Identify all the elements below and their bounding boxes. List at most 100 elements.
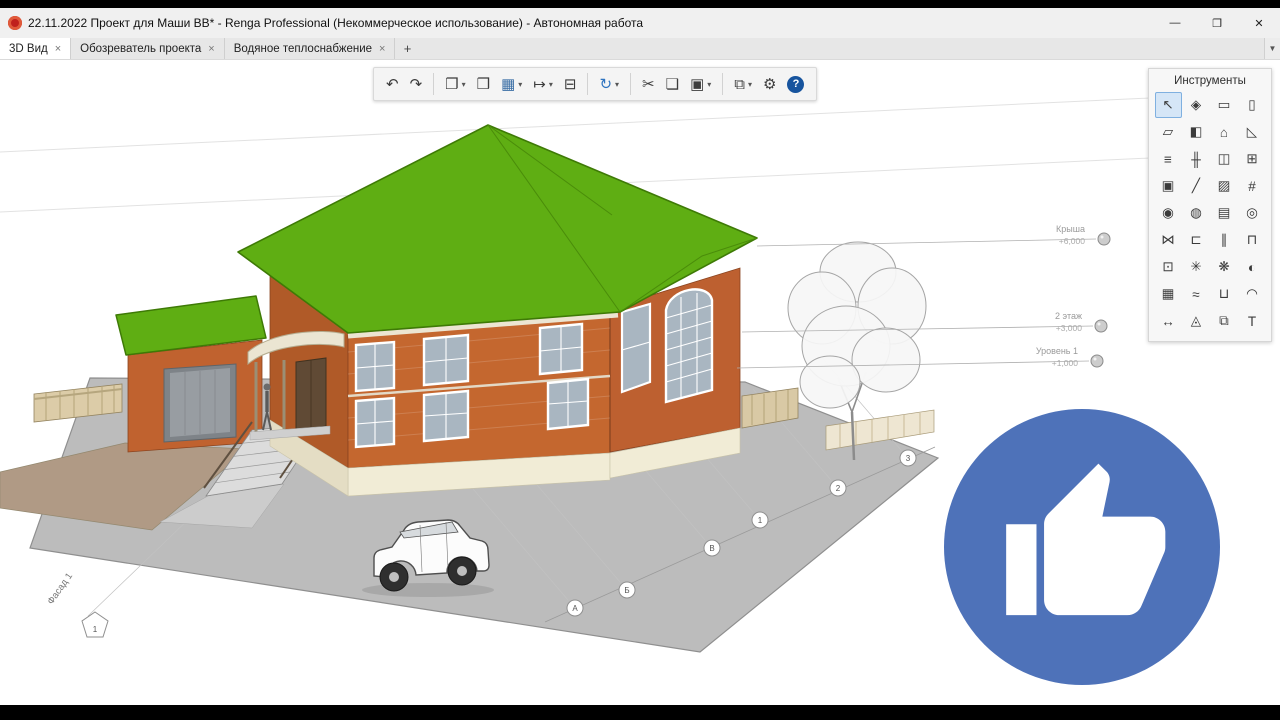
svg-text:Фасад 1: Фасад 1 [45, 571, 75, 607]
tab-project-explorer[interactable]: Обозреватель проекта × [71, 38, 225, 59]
scene-canvas[interactable]: А Б В 1 2 3 Фасад 1 1 Крыша +6,000 2 эта… [0, 60, 1280, 705]
tab-water-heating[interactable]: Водяное теплоснабжение × [224, 38, 396, 59]
tool-grid[interactable]: # [1238, 173, 1266, 199]
tool-assembly[interactable]: ⧉ [1210, 308, 1238, 334]
svg-text:3: 3 [906, 454, 911, 463]
maximize-button[interactable]: ❐ [1196, 8, 1238, 38]
letterbox-bottom [0, 705, 1280, 720]
tool-duct[interactable]: ⊏ [1182, 227, 1210, 253]
copy-visual-style-button[interactable]: ❐ ▾ [440, 70, 470, 98]
svg-text:В: В [709, 544, 714, 553]
house-model[interactable] [237, 124, 758, 497]
export-button[interactable]: ↦ ▾ [528, 70, 558, 98]
open-project-button[interactable]: ❒ [472, 70, 495, 98]
help-icon: ? [787, 75, 805, 93]
tool-floor[interactable]: ◧ [1182, 119, 1210, 145]
export-icon: ↦ [533, 75, 546, 93]
undo-icon: ↶ [386, 75, 399, 93]
tool-beam[interactable]: ▱ [1154, 119, 1182, 145]
tab-scroll-down-button[interactable]: ▼ [1264, 38, 1280, 59]
letterbox-top [0, 0, 1280, 8]
save-project-icon: ▦ [501, 75, 516, 93]
cut-icon: ✂ [642, 75, 655, 93]
tool-pump[interactable]: ◎ [1238, 200, 1266, 226]
tab-label: 3D Вид [9, 42, 48, 55]
tool-door[interactable]: ◫ [1210, 146, 1238, 172]
undo-button[interactable]: ↶ [381, 70, 404, 98]
settings-button[interactable]: ⚙ [758, 70, 781, 98]
tool-lamp[interactable]: ✳ [1182, 254, 1210, 280]
svg-text:1: 1 [93, 625, 98, 634]
level-marker-roof[interactable]: Крыша +6,000 [756, 224, 1111, 247]
level-handle [1094, 319, 1108, 333]
tool-measure[interactable]: ◈ [1182, 92, 1210, 118]
help-button[interactable]: ? [782, 70, 809, 98]
copy-visual-style-icon: ❐ [445, 75, 459, 93]
copy-icon: ❏ [665, 75, 680, 93]
tool-axis[interactable]: ◬ [1182, 308, 1210, 334]
tab-close-icon[interactable]: × [379, 43, 385, 55]
tool-window[interactable]: ⊞ [1238, 146, 1266, 172]
tool-fitting[interactable]: ⊓ [1238, 227, 1266, 253]
tool-column[interactable]: ▯ [1238, 92, 1266, 118]
tool-cable[interactable]: ≈ [1182, 281, 1210, 307]
collaboration-sync-button[interactable]: ↻ ▾ [594, 70, 624, 98]
settings-icon: ⚙ [763, 75, 777, 93]
tool-tray[interactable]: ⊔ [1210, 281, 1238, 307]
garage[interactable] [115, 295, 267, 453]
drawings-dropdown-arrow[interactable]: ▾ [748, 80, 752, 89]
paste-dropdown-arrow[interactable]: ▾ [707, 80, 711, 89]
svg-text:Б: Б [624, 586, 629, 595]
tool-wall[interactable]: ▭ [1210, 92, 1238, 118]
tool-electric-panel[interactable]: ▦ [1154, 281, 1182, 307]
svg-text:А: А [572, 604, 578, 613]
tool-text[interactable]: T [1238, 308, 1266, 334]
minimize-button[interactable]: — [1154, 8, 1196, 38]
tab-3d-view[interactable]: 3D Вид × [0, 38, 72, 59]
copy-visual-style-dropdown-arrow[interactable]: ▾ [462, 80, 466, 89]
cut-button[interactable]: ✂ [637, 70, 660, 98]
tools-panel-title: Инструменты [1174, 75, 1246, 87]
tool-arc[interactable]: ◠ [1238, 281, 1266, 307]
paste-button[interactable]: ▣ ▾ [685, 70, 716, 98]
tool-sanitary[interactable]: ◍ [1182, 200, 1210, 226]
tab-label: Водяное теплоснабжение [233, 42, 373, 55]
svg-text:+1,000: +1,000 [1052, 358, 1079, 368]
tab-close-icon[interactable]: × [55, 43, 61, 55]
tool-sensor[interactable]: ◐ [1238, 254, 1266, 280]
3d-viewport[interactable]: А Б В 1 2 3 Фасад 1 1 Крыша +6,000 2 эта… [0, 60, 1280, 705]
tool-hatch[interactable]: ▨ [1210, 173, 1238, 199]
new-tab-button[interactable]: + [395, 38, 419, 59]
tool-plumbing-fixture[interactable]: ◉ [1154, 200, 1182, 226]
collaboration-sync-dropdown-arrow[interactable]: ▾ [615, 80, 619, 89]
tab-label: Обозреватель проекта [80, 42, 202, 55]
tool-opening[interactable]: ▣ [1154, 173, 1182, 199]
tab-bar: 3D Вид × Обозреватель проекта × Водяное … [0, 38, 1280, 60]
tool-stair[interactable]: ≡ [1154, 146, 1182, 172]
save-project-dropdown-arrow[interactable]: ▾ [518, 80, 522, 89]
tool-select[interactable]: ↖ [1154, 92, 1182, 118]
redo-icon: ↷ [409, 75, 423, 93]
toolbar-separator [587, 73, 589, 95]
tool-equipment[interactable]: ⊡ [1154, 254, 1182, 280]
tool-line[interactable]: ╱ [1182, 173, 1210, 199]
tool-radiator[interactable]: ▤ [1210, 200, 1238, 226]
save-project-button[interactable]: ▦ ▾ [496, 70, 527, 98]
print-button[interactable]: ⊟ [559, 70, 582, 98]
copy-button[interactable]: ❏ [661, 70, 684, 98]
facade-marker[interactable]: Фасад 1 1 [45, 571, 109, 638]
tool-sprinkler[interactable]: ❋ [1210, 254, 1238, 280]
drawings-button[interactable]: ⧉ ▾ [729, 70, 757, 98]
tool-valve[interactable]: ⋈ [1154, 227, 1182, 253]
close-button[interactable]: ✕ [1238, 8, 1280, 38]
tool-ramp[interactable]: ◺ [1238, 119, 1266, 145]
tool-roof[interactable]: ⌂ [1210, 119, 1238, 145]
tool-pipe[interactable]: ∥ [1210, 227, 1238, 253]
redo-button[interactable]: ↷ [405, 70, 428, 98]
svg-text:Крыша: Крыша [1056, 224, 1085, 234]
tool-dimension[interactable]: ↔ [1154, 308, 1182, 334]
toolbar-separator [630, 73, 632, 95]
export-dropdown-arrow[interactable]: ▾ [549, 80, 553, 89]
tool-railing[interactable]: ╫ [1182, 146, 1210, 172]
tab-close-icon[interactable]: × [208, 43, 214, 55]
